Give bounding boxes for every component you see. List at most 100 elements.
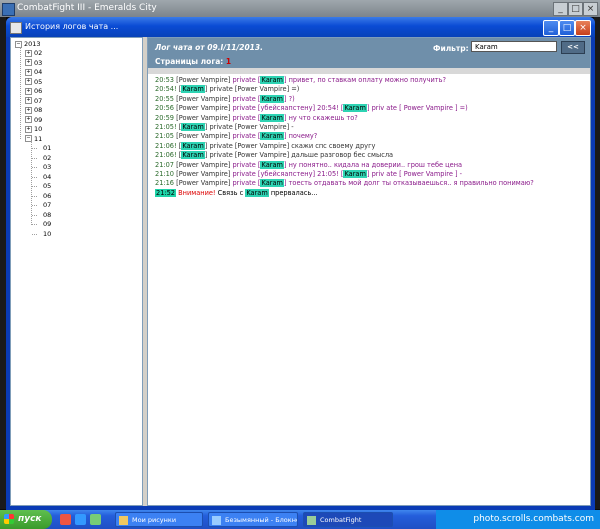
window-icon: [10, 22, 22, 34]
log-separator: [148, 68, 590, 74]
message-time[interactable]: 20:59: [155, 114, 174, 122]
warning-text: Внимание!: [178, 188, 216, 197]
nick-highlight[interactable]: Karam: [181, 141, 205, 150]
message-time[interactable]: 21:05!: [155, 123, 177, 131]
tree-day[interactable]: 05: [43, 182, 51, 191]
tree-day[interactable]: 06: [43, 192, 51, 201]
expand-icon[interactable]: +: [25, 106, 32, 114]
tree-month[interactable]: +05: [25, 78, 42, 87]
message-text: ] ну понятно.. кидала на доверии.. грош …: [283, 160, 463, 169]
message-time[interactable]: 20:55: [155, 95, 174, 103]
browser-quicklaunch-icon[interactable]: [60, 514, 71, 525]
message-text: [Power Vampire]: [176, 170, 233, 179]
taskbar-item-combatfight[interactable]: CombatFight: [303, 512, 393, 527]
message-time[interactable]: 21:52: [155, 188, 177, 197]
tree-day[interactable]: 08: [43, 211, 51, 220]
nick-highlight[interactable]: Karam: [260, 179, 284, 188]
message-text: private [убейсяапстену] 20:54! [: [232, 104, 344, 113]
nick-highlight[interactable]: Karam: [260, 113, 284, 122]
nick-highlight[interactable]: Karam: [245, 188, 269, 197]
tree-connector: [32, 214, 37, 216]
nick-highlight[interactable]: Karam: [181, 85, 205, 94]
tree-guide-line: [20, 47, 21, 139]
tree-day[interactable]: 02: [43, 154, 51, 163]
tree-day[interactable]: 01: [43, 144, 51, 153]
tree-connector: [32, 205, 37, 206]
message-text: private [: [232, 132, 261, 141]
expand-icon[interactable]: +: [25, 125, 32, 133]
start-button[interactable]: пуск: [0, 510, 52, 529]
nick-highlight[interactable]: Karam: [181, 151, 205, 160]
page-link[interactable]: 1: [226, 57, 231, 66]
message-time[interactable]: 21:16: [155, 179, 174, 187]
app-minimize-button[interactable]: _: [553, 2, 568, 16]
windows-logo-icon: [4, 514, 14, 524]
message-time[interactable]: 21:05: [155, 132, 174, 140]
message-time[interactable]: 20:53: [155, 76, 174, 84]
expand-icon[interactable]: +: [25, 68, 32, 76]
taskbar-item-pictures[interactable]: Мои рисунки: [115, 512, 203, 527]
close-button[interactable]: ×: [575, 20, 591, 36]
minimize-button[interactable]: _: [543, 20, 559, 36]
date-tree[interactable]: −2013 +02 +03 +04 +05 +06 +07 +08 +09 +10−11 01 02…: [10, 37, 143, 506]
window-title-bar[interactable]: История логов чата ... _ □ ×: [6, 17, 595, 37]
message-row: 20:56 [Power Vampire] private [убейсяапс…: [155, 104, 585, 113]
message-time[interactable]: 21:06!: [155, 151, 177, 159]
tree-month[interactable]: −11: [25, 135, 42, 144]
nick-highlight[interactable]: Karam: [260, 94, 284, 103]
message-time[interactable]: 21:06!: [155, 142, 177, 150]
message-time[interactable]: 21:07: [155, 161, 174, 169]
tree-day[interactable]: 04: [43, 173, 51, 182]
tree-month[interactable]: +02: [25, 49, 42, 58]
taskbar-item-notepad[interactable]: Безымянный - Блокнот: [208, 512, 298, 527]
tree-day[interactable]: 03: [43, 163, 51, 172]
tree-day[interactable]: 10: [43, 230, 51, 239]
message-text: [Power Vampire]: [176, 76, 233, 84]
expand-icon[interactable]: +: [25, 78, 32, 85]
tree-year-label: 2013: [24, 40, 41, 48]
tree-day[interactable]: 07: [43, 201, 51, 210]
tree-connector: [32, 233, 37, 235]
ie-quicklaunch-icon[interactable]: [75, 514, 86, 525]
tree-year[interactable]: −2013: [15, 40, 41, 49]
nick-highlight[interactable]: Karam: [260, 76, 284, 84]
expand-icon[interactable]: +: [25, 49, 32, 57]
message-time[interactable]: 20:54!: [155, 85, 177, 93]
expand-icon[interactable]: +: [25, 87, 32, 95]
tree-day[interactable]: 09: [43, 220, 51, 229]
task-label: Мои рисунки: [132, 516, 177, 524]
media-quicklaunch-icon[interactable]: [90, 514, 101, 525]
filter-back-button[interactable]: <<: [561, 41, 585, 54]
tree-day-label: 05: [43, 182, 52, 190]
tree-month-label: 07: [34, 96, 43, 105]
expand-icon[interactable]: +: [25, 116, 32, 123]
message-list: 20:53 [Power Vampire] private [Karam] пр…: [155, 76, 585, 198]
nick-highlight[interactable]: Karam: [343, 170, 367, 179]
expand-icon[interactable]: +: [25, 59, 32, 66]
tree-month[interactable]: +08: [25, 106, 42, 115]
nick-highlight[interactable]: Karam: [181, 123, 205, 132]
app-close-button[interactable]: ×: [583, 2, 598, 16]
tree-month[interactable]: +06: [25, 87, 42, 96]
tree-month[interactable]: +10: [25, 125, 42, 134]
tree-month[interactable]: +03: [25, 59, 42, 68]
expand-icon[interactable]: +: [25, 97, 32, 104]
nick-highlight[interactable]: Karam: [343, 104, 367, 113]
message-time[interactable]: 21:10: [155, 170, 174, 178]
maximize-button[interactable]: □: [559, 20, 575, 36]
filter-input[interactable]: Karam: [471, 41, 557, 52]
message-time[interactable]: 20:56: [155, 104, 174, 112]
log-header: Лог чата от 09.I/11/2013. Фильтр: Karam …: [148, 38, 590, 68]
message-text: [Power Vampire]: [176, 94, 233, 103]
app-maximize-button[interactable]: □: [568, 2, 583, 16]
nick-highlight[interactable]: Karam: [260, 160, 284, 169]
nick-highlight[interactable]: Karam: [260, 132, 284, 141]
message-text: ] private [Power Vampire] дальше разгово…: [204, 151, 394, 160]
log-title: Лог чата от 09.I/11/2013.: [155, 43, 263, 52]
message-text: ] private [Power Vampire] =): [204, 85, 300, 94]
task-label: Безымянный - Блокнот: [225, 516, 298, 524]
tree-month[interactable]: +04: [25, 68, 42, 77]
tree-month[interactable]: +07: [25, 97, 42, 106]
tree-month[interactable]: +09: [25, 116, 42, 125]
message-text: ] тоесть отдавать мой долг ты отказываеш…: [283, 179, 534, 188]
